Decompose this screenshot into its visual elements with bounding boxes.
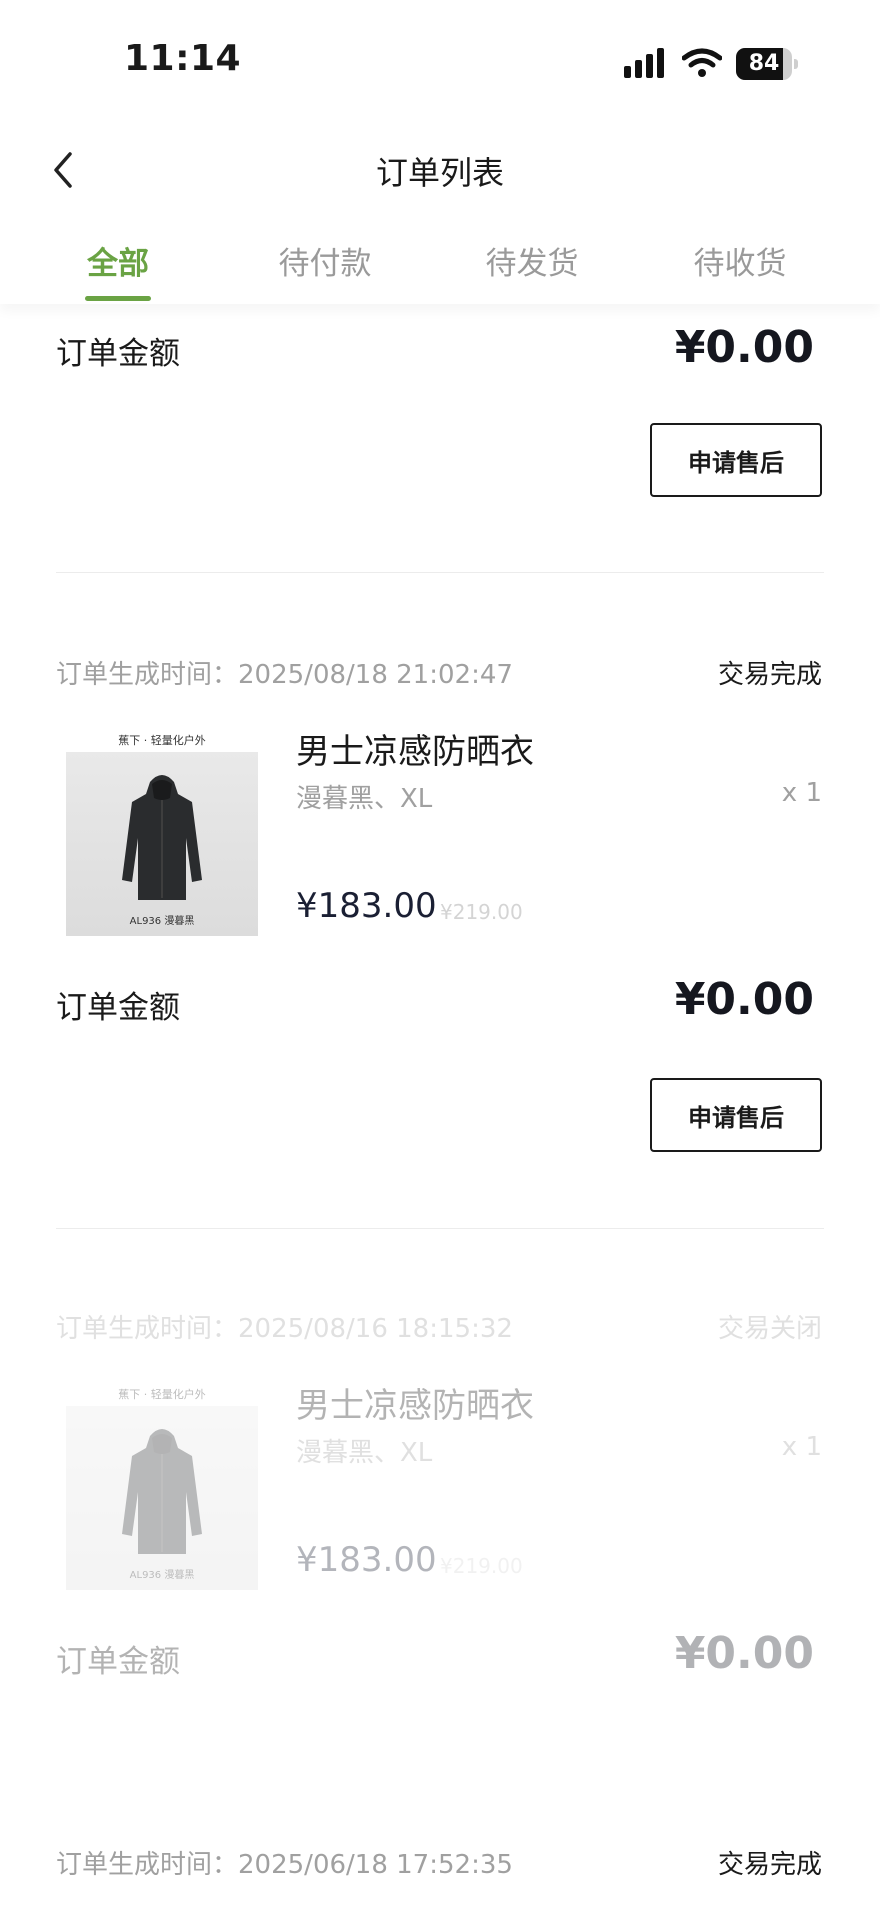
order-status: 交易完成 <box>717 660 822 690</box>
product-spec: 漫暮黑、XL <box>296 784 433 814</box>
created-label: 订单生成时间： <box>56 1850 239 1880</box>
created-label: 订单生成时间： <box>56 660 239 690</box>
product-original-price: ¥219.00 <box>440 900 523 924</box>
order-created-time: 订单生成时间：2025/06/18 17:52:35 <box>56 1844 513 1881</box>
status-bar: 11:14 84 <box>0 0 880 120</box>
thumb-code: AL936 漫暮黑 <box>129 1570 195 1581</box>
order-divider <box>56 572 824 573</box>
created-at: 2025/06/18 17:52:35 <box>238 1850 513 1880</box>
product-original-price: ¥219.00 <box>440 1554 523 1578</box>
order-tabs: 全部 待付款 待发货 待收货 <box>0 222 880 304</box>
jacket-icon <box>122 1429 202 1554</box>
product-price: ¥183.00 <box>296 886 437 926</box>
nav-header: 订单列表 <box>0 120 880 220</box>
cellular-signal-icon <box>624 48 664 78</box>
tab-pending-shipment[interactable]: 待发货 <box>432 238 632 283</box>
thumb-brand: 蕉下 · 轻量化户外 <box>118 1388 206 1401</box>
wifi-icon <box>682 48 722 77</box>
tab-pending-receipt[interactable]: 待收货 <box>640 238 840 283</box>
order-list: 订单金额 ¥0.00 申请售后 订单生成时间：2025/08/18 21:02:… <box>0 304 880 1912</box>
product-quantity: x 1 <box>781 778 822 808</box>
tab-all[interactable]: 全部 <box>18 238 218 283</box>
thumb-brand: 蕉下 · 轻量化户外 <box>118 734 206 747</box>
product-image[interactable]: 蕉下 · 轻量化户外 AL936 漫暮黑 <box>66 1386 258 1590</box>
order-created-time: 订单生成时间：2025/08/16 18:15:32 <box>56 1308 513 1345</box>
total-label: 订单金额 <box>56 990 180 1026</box>
battery-indicator: 84 <box>736 48 798 80</box>
created-label: 订单生成时间： <box>56 1314 239 1344</box>
jacket-icon <box>122 775 202 900</box>
order-divider <box>56 1228 824 1229</box>
product-quantity: x 1 <box>781 1432 822 1462</box>
active-tab-indicator <box>85 296 151 301</box>
product-price: ¥183.00 <box>296 1540 437 1580</box>
order-status: 交易完成 <box>717 1850 822 1880</box>
total-label: 订单金额 <box>56 1644 180 1680</box>
total-label: 订单金额 <box>56 336 180 372</box>
page-title: 订单列表 <box>375 154 504 192</box>
tab-pending-payment[interactable]: 待付款 <box>225 238 425 283</box>
total-value: ¥0.00 <box>674 974 814 1025</box>
apply-aftersale-button[interactable]: 申请售后 <box>650 423 822 497</box>
created-at: 2025/08/18 21:02:47 <box>238 660 513 690</box>
product-name[interactable]: 男士凉感防晒衣 <box>296 1378 534 1427</box>
created-at: 2025/08/16 18:15:32 <box>238 1314 513 1344</box>
product-image[interactable]: 蕉下 · 轻量化户外 AL936 漫暮黑 <box>66 732 258 936</box>
total-value: ¥0.00 <box>674 1628 814 1679</box>
order-status: 交易关闭 <box>717 1314 822 1344</box>
thumb-code: AL936 漫暮黑 <box>129 916 195 927</box>
status-time: 11:14 <box>124 38 242 79</box>
total-value: ¥0.00 <box>674 322 814 373</box>
battery-percent: 84 <box>748 51 780 76</box>
product-spec: 漫暮黑、XL <box>296 1438 433 1468</box>
product-name[interactable]: 男士凉感防晒衣 <box>296 724 534 773</box>
apply-aftersale-button[interactable]: 申请售后 <box>650 1078 822 1152</box>
order-created-time: 订单生成时间：2025/08/18 21:02:47 <box>56 654 513 691</box>
